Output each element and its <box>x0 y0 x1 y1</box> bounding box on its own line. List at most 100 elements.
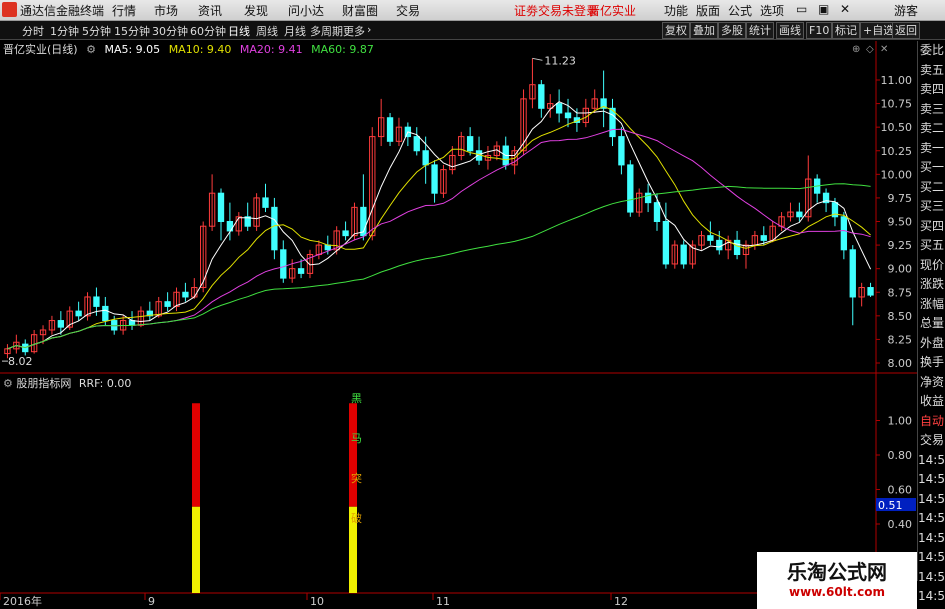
side-item-20: 交易 <box>919 433 944 447</box>
candle-body-33 <box>297 268 305 274</box>
side-item-27: 14:56 <box>918 569 945 584</box>
candle-body-76 <box>680 244 687 265</box>
side-item-2: 卖四 <box>919 82 944 96</box>
x-label-0: 2016年 <box>3 594 42 608</box>
x-label-2: 10 <box>310 595 324 608</box>
price-label-10: 8.50 <box>888 310 913 323</box>
side-item-13: 涨幅 <box>919 296 944 311</box>
candle-body-72 <box>644 192 652 204</box>
candle-body-36 <box>324 244 331 251</box>
candle-body-95 <box>849 249 856 298</box>
candle-body-30 <box>271 206 278 251</box>
side-item-19: 自动 <box>919 413 944 428</box>
ma5-line <box>7 101 872 350</box>
signal-char-1: 马 <box>351 432 362 445</box>
signal-char-2: 突 <box>351 471 362 485</box>
candle-body-24 <box>217 192 225 222</box>
price-label-3: 10.25 <box>881 145 913 158</box>
quote-sidepanel: 委比 卖五 卖四 卖三 卖二 卖一 买一 买二 买三 买四 买五 现价 涨跌 涨幅 总量 外盘 换手 净资 收益 自动… <box>917 41 945 603</box>
watermark-url: www.60lt.com <box>788 585 886 599</box>
price-label-6: 9.50 <box>888 216 913 229</box>
candle-body-29 <box>262 197 269 208</box>
signal-bar-yellow-0 <box>192 506 200 593</box>
signal-bar-red-1 <box>349 403 357 507</box>
ind-label-0: 1.00 <box>888 415 913 428</box>
panel-close-icon[interactable]: ✕ <box>880 44 888 55</box>
candle-body-47 <box>422 150 429 166</box>
candle-body-6 <box>57 320 65 328</box>
low-label: 8.02 <box>8 355 33 368</box>
ind-label-2: 0.60 <box>888 484 913 497</box>
kline-chart[interactable]: 11.00 10.75 10.50 10.25 10.00 9.75 9.50 9.25 9.0… <box>0 0 945 609</box>
candle-body-52 <box>466 136 474 152</box>
candle-body-85 <box>760 235 767 241</box>
price-label-5: 9.75 <box>888 192 913 205</box>
candle-body-31 <box>280 249 287 279</box>
candle-body-8 <box>75 310 82 317</box>
candle-body-82 <box>733 239 741 256</box>
candle-body-38 <box>342 230 349 237</box>
candle-body-48 <box>431 164 438 194</box>
candle-body-63 <box>564 112 572 119</box>
side-item-5: 卖一 <box>919 140 944 155</box>
side-item-10: 买五 <box>919 238 944 252</box>
candle-body-79 <box>707 235 714 241</box>
price-label-12: 8.00 <box>888 357 913 370</box>
candle-body-89 <box>796 211 803 218</box>
x-label-3: 11 <box>436 595 450 608</box>
price-label-9: 8.75 <box>888 286 913 299</box>
candle-body-74 <box>662 221 670 265</box>
price-label-11: 8.25 <box>888 333 913 346</box>
side-item-7: 买二 <box>919 179 944 194</box>
watermark: 乐淘公式网 www.60lt.com <box>757 552 917 609</box>
candle-body-11 <box>102 305 109 322</box>
x-label-4: 12 <box>614 595 628 608</box>
candle-body-43 <box>386 117 394 142</box>
price-label-2: 10.50 <box>881 121 913 134</box>
candle-body-18 <box>164 301 171 307</box>
ind-current-label: 0.51 <box>878 499 903 512</box>
signal-bar-red-0 <box>192 403 200 507</box>
candle-body-60 <box>538 84 545 109</box>
panel-maximize-icon[interactable]: ⊕ <box>852 44 860 55</box>
candle-body-73 <box>653 202 661 222</box>
side-item-8: 买三 <box>919 199 944 213</box>
side-item-6: 买一 <box>919 160 944 174</box>
high-label: 11.23 <box>544 54 576 67</box>
candle-body-46 <box>413 136 420 152</box>
candle-body-97 <box>867 287 874 296</box>
signal-char-0: 黑 <box>351 392 362 405</box>
ma20-line <box>7 128 871 350</box>
indicator-value: RRF: 0.00 <box>78 377 132 390</box>
price-label-8: 9.00 <box>888 263 913 276</box>
side-item-26: 14:56 <box>918 550 945 564</box>
side-item-28: 14:56 <box>918 589 945 603</box>
ind-label-3: 0.40 <box>888 518 913 531</box>
candle-body-94 <box>840 216 848 251</box>
side-item-22: 14:56 <box>918 472 945 486</box>
price-label-1: 10.75 <box>881 98 913 111</box>
indicator-gear-icon[interactable]: ⚙ <box>3 377 13 390</box>
side-item-4: 卖二 <box>919 121 944 135</box>
panel-restore-icon[interactable]: ◇ <box>866 44 874 55</box>
side-item-14: 总量 <box>919 316 944 330</box>
side-item-16: 换手 <box>919 355 944 369</box>
price-label-7: 9.25 <box>888 239 913 252</box>
price-label-4: 10.00 <box>881 168 913 181</box>
high-pointer <box>532 57 543 61</box>
indicator-name: 股朋指标网 <box>16 377 72 390</box>
side-item-25: 14:56 <box>918 530 945 545</box>
candle-body-69 <box>618 136 625 166</box>
side-item-3: 卖三 <box>919 101 944 116</box>
candle-body-70 <box>627 164 634 213</box>
side-item-12: 涨跌 <box>919 277 944 291</box>
ma60-line <box>7 183 871 350</box>
indicator-legend: ⚙ 股朋指标网 RRF: 0.00 <box>3 375 131 391</box>
side-item-11: 现价 <box>919 257 944 272</box>
side-item-15: 外盘 <box>919 335 944 350</box>
side-item-18: 收益 <box>919 394 944 408</box>
candle-body-10 <box>93 296 100 307</box>
candle-body-62 <box>555 103 563 114</box>
price-label-0: 11.00 <box>881 74 913 87</box>
candle-body-20 <box>182 291 189 298</box>
